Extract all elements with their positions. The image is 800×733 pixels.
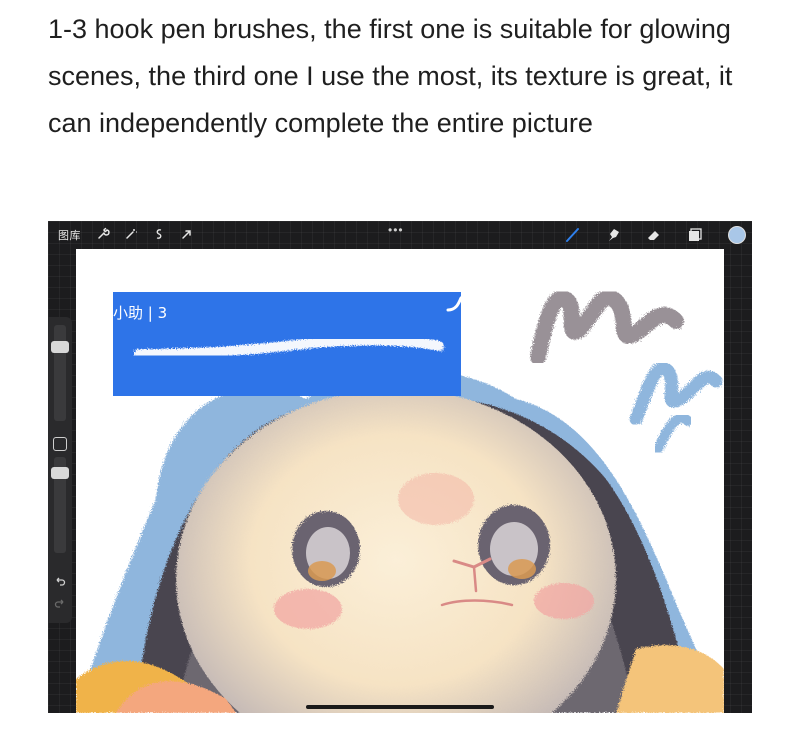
- gallery-button[interactable]: 图库: [58, 227, 81, 243]
- brush-stroke-preview: [134, 296, 461, 359]
- layers-icon[interactable]: [685, 225, 705, 245]
- drawing-canvas[interactable]: 小助 | 3: [76, 249, 724, 713]
- top-toolbar: 图库 •••: [48, 221, 752, 249]
- brush-size-slider[interactable]: [54, 325, 66, 421]
- post-caption: 1-3 hook pen brushes, the first one is s…: [48, 14, 733, 138]
- left-sidebar: [48, 317, 72, 623]
- brush-icon[interactable]: [563, 225, 583, 245]
- home-indicator: [306, 705, 494, 709]
- magic-wand-icon[interactable]: [122, 225, 140, 243]
- wrench-icon[interactable]: [94, 225, 112, 243]
- brush-preview-card[interactable]: 小助 | 3: [113, 292, 461, 396]
- eraser-icon[interactable]: [644, 225, 664, 245]
- modify-button[interactable]: [53, 437, 67, 451]
- brush-size-thumb[interactable]: [51, 341, 69, 353]
- transform-arrow-icon[interactable]: [178, 225, 196, 243]
- undo-icon[interactable]: [52, 573, 68, 589]
- color-picker-swatch[interactable]: [728, 226, 746, 244]
- more-menu-dots[interactable]: •••: [388, 223, 404, 237]
- procreate-screen: 图库 ••• 小助 | 3: [48, 221, 752, 713]
- selection-icon[interactable]: [150, 225, 168, 243]
- opacity-thumb[interactable]: [51, 467, 69, 479]
- smudge-icon[interactable]: [604, 225, 624, 245]
- redo-icon[interactable]: [52, 595, 68, 611]
